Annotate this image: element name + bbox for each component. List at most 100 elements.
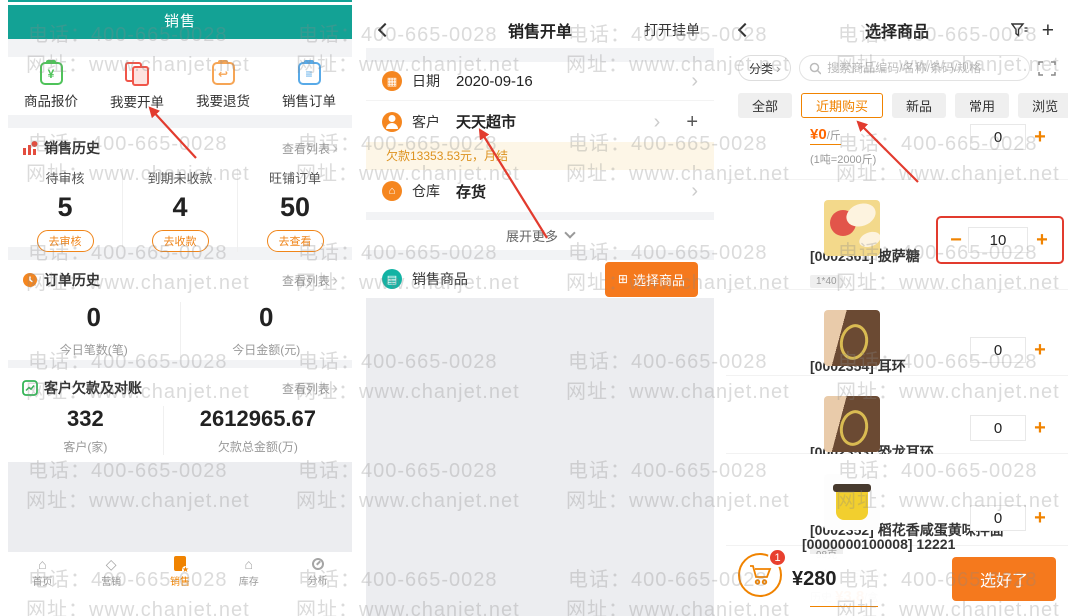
chevron-right-icon: ›	[332, 271, 338, 289]
plus-icon[interactable]: +	[1028, 230, 1056, 250]
sales-history-card: 销售历史 查看列表› 待审核 5 去审核 到期未收款 4 去收款 旺铺订单 50…	[8, 128, 352, 247]
section-title: 销售历史	[44, 138, 100, 158]
select-goods-button[interactable]: ⊞ 选择商品	[605, 262, 698, 297]
product-image	[824, 474, 880, 530]
category-button[interactable]: 分类 ›	[738, 55, 791, 81]
goods-list: ¥0/斤 (1吨=2000斤) 0 + [0002361] 披萨糖 1*40 现…	[726, 122, 1068, 546]
clock-icon	[22, 272, 38, 288]
chevron-right-icon: ›	[691, 181, 698, 201]
tab-inventory[interactable]: ⌂ 库存	[214, 552, 283, 592]
customer-count-stat: 332 客户(家)	[8, 406, 163, 455]
customer-debt-card: 客户欠款及对账 查看列表› 332 客户(家) 2612965.67 欠款总金额…	[8, 368, 352, 462]
debt-notice-banner: 欠款13353.53元，月结	[366, 142, 714, 170]
open-draft-button[interactable]: 打开挂单	[644, 20, 700, 40]
plus-icon[interactable]: +	[1026, 418, 1054, 438]
quantity-value[interactable]: 0	[970, 124, 1026, 150]
customer-icon	[382, 112, 402, 132]
quantity-stepper: 0 +	[970, 415, 1054, 441]
warehouse-row[interactable]: ⌂ 仓库 存货 ›	[366, 170, 714, 212]
search-box[interactable]	[799, 55, 1030, 81]
quick-action-return[interactable]: ↩ 我要退货	[180, 57, 266, 115]
quantity-value[interactable]: 10	[968, 227, 1028, 253]
goods-section-row: ▤ 销售商品 ⊞ 选择商品	[366, 260, 714, 298]
search-icon	[809, 62, 821, 75]
tab-browse[interactable]: 浏览	[1018, 93, 1068, 118]
list-item-partial: ¥0/斤 (1吨=2000斤) 0 +	[726, 122, 1068, 180]
confirm-button[interactable]: 选好了	[952, 557, 1056, 601]
quick-actions: ¥ 商品报价 我要开单 ↩ 我要退货 ≡ 销售订单	[8, 57, 352, 115]
quantity-value[interactable]: 0	[970, 337, 1026, 363]
view-list-link[interactable]: 查看列表›	[282, 379, 338, 397]
bottom-tab-bar: ⌂ 首页 ◇ 营销 ★ 销售 ⌂ 库存 分析	[8, 552, 352, 592]
go-collect-button[interactable]: 去收款	[152, 230, 209, 252]
expand-more-button[interactable]: 展开更多	[366, 220, 714, 250]
product-image	[824, 200, 880, 256]
search-bar: 分类 ›	[726, 48, 1068, 88]
quantity-value[interactable]: 0	[970, 415, 1026, 441]
customer-value: 天天超市	[456, 111, 516, 132]
price-line: ¥0/斤	[810, 126, 841, 145]
date-value: 2020-09-16	[456, 73, 533, 90]
today-amount-stat: 0 今日金额(元)	[180, 302, 353, 358]
quick-action-quote[interactable]: ¥ 商品报价	[8, 57, 94, 115]
sales-order-icon: ≡	[298, 62, 321, 85]
due-unpaid-stat: 到期未收款 4 去收款	[122, 168, 237, 252]
add-customer-icon[interactable]: +	[686, 112, 698, 132]
sales-order-panel: 销售开单 打开挂单 ▦ 日期 2020-09-16 › 客户 天天超市 › + …	[366, 0, 714, 616]
warehouse-icon: ⌂	[382, 181, 402, 201]
add-goods-icon: ⊞	[618, 273, 628, 285]
search-input[interactable]	[827, 61, 1020, 75]
tab-all[interactable]: 全部	[738, 93, 792, 118]
view-list-link[interactable]: 查看列表›	[282, 139, 338, 157]
go-view-button[interactable]: 去查看	[267, 230, 324, 252]
chevron-down-icon	[564, 227, 575, 238]
warehouse-value: 存货	[456, 181, 486, 202]
add-goods-icon[interactable]: +	[1042, 20, 1054, 41]
customer-row[interactable]: 客户 天天超市 › +	[366, 100, 714, 142]
cart-icon[interactable]: 1	[738, 553, 782, 597]
calendar-icon: ▦	[382, 71, 402, 91]
quantity-value[interactable]: 0	[970, 505, 1026, 531]
barcode-scan-icon[interactable]	[1038, 61, 1056, 76]
date-row[interactable]: ▦ 日期 2020-09-16 ›	[366, 62, 714, 100]
chevron-right-icon: ›	[776, 62, 780, 75]
debt-total-stat: 2612965.67 欠款总金额(万)	[163, 406, 352, 455]
tab-recent-purchase[interactable]: 近期购买	[801, 93, 883, 118]
pending-review-stat: 待审核 5 去审核	[8, 168, 122, 252]
cart-footer: 1 ¥280 选好了	[726, 554, 1068, 604]
quick-action-create-order[interactable]: 我要开单	[94, 57, 180, 115]
chevron-right-icon: ›	[332, 379, 338, 397]
tab-home[interactable]: ⌂ 首页	[8, 552, 77, 592]
trend-chart-icon	[22, 380, 38, 396]
sales-doc-icon: ★	[174, 556, 186, 571]
tab-analysis[interactable]: 分析	[283, 552, 352, 592]
analysis-icon	[312, 558, 324, 570]
section-title: 订单历史	[44, 270, 100, 290]
tab-marketing[interactable]: ◇ 营销	[77, 552, 146, 592]
create-order-icon	[125, 62, 149, 86]
list-item-pizza-candy: [0002361] 披萨糖 1*40 现存0可用0 历史 ¥28/袋 (1件=4…	[726, 180, 1068, 290]
tab-sales[interactable]: ★ 销售	[146, 552, 215, 592]
quantity-stepper: 0 +	[970, 505, 1054, 531]
chevron-right-icon: ›	[691, 71, 698, 91]
plus-icon[interactable]: +	[1026, 127, 1054, 147]
view-list-link[interactable]: 查看列表›	[282, 271, 338, 289]
filter-icon[interactable]	[1011, 23, 1028, 38]
tab-new[interactable]: 新品	[892, 93, 946, 118]
minus-icon[interactable]: −	[944, 230, 968, 250]
highlight-box: − 10 +	[936, 216, 1064, 264]
go-review-button[interactable]: 去审核	[37, 230, 94, 252]
list-item-earring: [0002354] 耳环 对 现存0可用0 历史 ¥15/厘米 0 +	[726, 290, 1068, 376]
plus-icon[interactable]: +	[1026, 340, 1054, 360]
tab-common[interactable]: 常用	[955, 93, 1009, 118]
goods-icon: ▤	[382, 269, 402, 289]
section-title: 客户欠款及对账	[44, 378, 142, 398]
shop-orders-stat: 旺铺订单 50 去查看	[237, 168, 352, 252]
product-image	[824, 396, 880, 452]
return-goods-icon: ↩	[212, 62, 235, 85]
list-item-dino-earring: [0002353] 恐龙耳环 现存0可用0 历史 ¥15/个1 0 +	[726, 376, 1068, 454]
list-item-noodles: [0002352] 稻花香咸蛋黄味拌面 98克 现存0可用0 历史 ¥3.8/盒…	[726, 454, 1068, 546]
plus-icon[interactable]: +	[1026, 508, 1054, 528]
quick-action-sales-orders[interactable]: ≡ 销售订单	[266, 57, 352, 115]
marketing-icon: ◇	[106, 557, 117, 571]
